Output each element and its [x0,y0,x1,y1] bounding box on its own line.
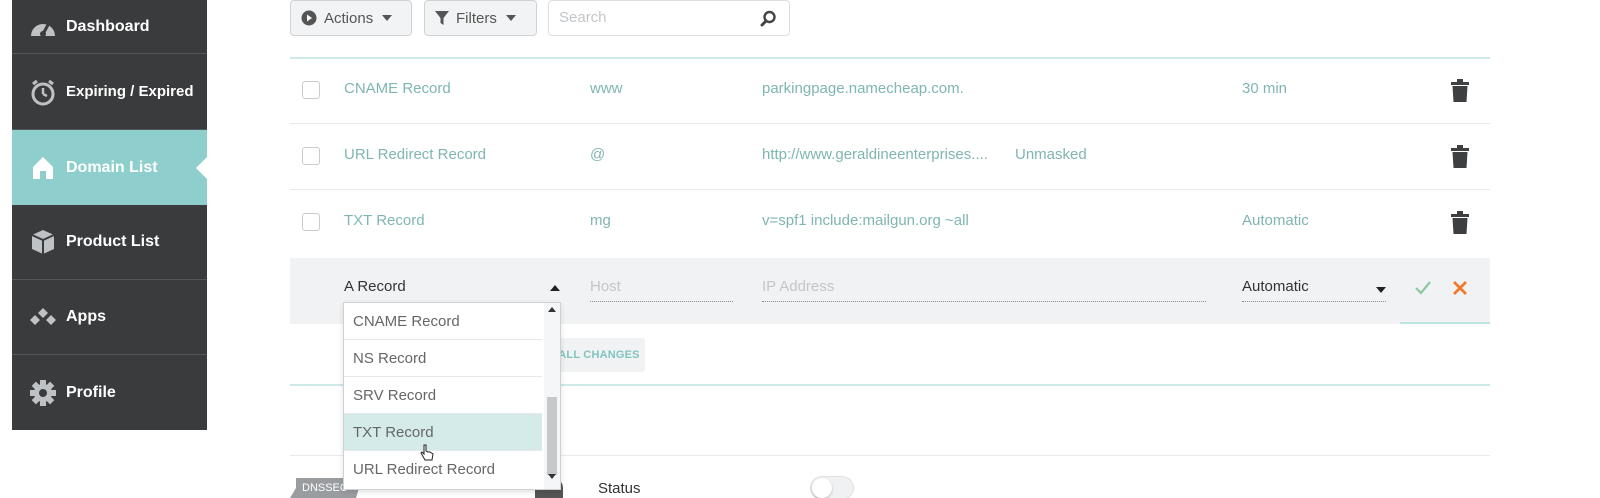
sidebar: Dashboard Expiring / Expired Domain List… [12,0,207,430]
filters-button[interactable]: Filters [424,0,537,36]
search-input[interactable] [559,9,749,26]
sidebar-item-profile[interactable]: Profile [12,355,207,430]
sidebar-item-label: Domain List [66,158,158,176]
record-value: http://www.geraldineenterprises.... [762,146,988,163]
row-checkbox[interactable] [302,213,320,231]
host-input[interactable] [590,278,733,295]
scroll-down-arrow-icon[interactable] [548,474,556,479]
hand-cursor-icon [420,444,434,467]
filter-funnel-icon [435,10,449,26]
record-value: parkingpage.namecheap.com. [762,80,964,97]
record-type-value: A Record [344,278,406,295]
chevron-up-icon [550,285,560,291]
dropdown-scrollbar[interactable] [544,303,560,489]
record-host: www [590,80,623,97]
chevron-down-icon [505,15,516,21]
record-host: mg [590,212,611,229]
record-type-select[interactable]: A Record [344,278,562,300]
toggle-knob [812,478,832,498]
record-value: v=spf1 include:mailgun.org ~all [762,212,969,229]
sidebar-item-dashboard[interactable]: Dashboard [12,0,207,54]
actions-button[interactable]: Actions [290,0,412,36]
sidebar-item-label: Apps [66,308,106,325]
search-icon[interactable] [760,10,777,32]
sidebar-item-domain-list[interactable]: Domain List [12,130,207,205]
chevron-down-icon [1376,287,1386,293]
row-checkbox[interactable] [302,81,320,99]
actions-label: Actions [324,9,374,27]
save-all-changes-button[interactable]: ALL CHANGES [553,338,645,372]
table-row: URL Redirect Record @ http://www.geraldi… [290,123,1490,189]
dropdown-option-ns[interactable]: NS Record [344,340,542,377]
sidebar-item-label: Dashboard [66,17,150,35]
host-field [590,278,733,302]
record-type: TXT Record [344,212,425,229]
table-row: TXT Record mg v=spf1 include:mailgun.org… [290,189,1490,255]
record-type: CNAME Record [344,80,451,97]
sidebar-item-product-list[interactable]: Product List [12,205,207,280]
redirect-mode: Unmasked [1015,146,1087,163]
dropdown-option-txt[interactable]: TXT Record [344,414,542,451]
scrollbar-thumb[interactable] [547,397,557,475]
sidebar-item-label: Expiring / Expired [66,83,194,100]
sidebar-item-expiring[interactable]: Expiring / Expired [12,54,207,130]
action-underline [1400,322,1490,324]
ttl-select[interactable]: Automatic [1242,278,1386,302]
sidebar-item-label: Profile [66,383,116,401]
trash-icon[interactable] [1450,211,1470,239]
play-circle-icon [301,10,317,26]
dnssec-status-label: Status [598,480,641,497]
gear-icon [28,378,58,408]
filters-label: Filters [456,9,497,27]
home-icon [28,153,58,183]
record-ttl: Automatic [1242,212,1309,229]
search-box [548,0,790,36]
dropdown-option-cname[interactable]: CNAME Record [344,303,542,340]
record-ttl: 30 min [1242,80,1288,97]
chevron-down-icon [382,15,393,21]
sidebar-item-apps[interactable]: Apps [12,280,207,355]
record-host: @ [590,146,606,163]
confirm-check-icon[interactable] [1415,281,1431,300]
row-checkbox[interactable] [302,147,320,165]
cancel-x-icon[interactable] [1453,281,1467,300]
trash-icon[interactable] [1450,79,1470,107]
ttl-value: Automatic [1242,278,1309,295]
dashboard-gauge-icon [28,12,58,42]
dropdown-option-url-redirect[interactable]: URL Redirect Record [344,451,542,488]
apps-diamonds-icon [28,302,58,332]
sidebar-item-label: Product List [66,233,160,250]
trash-icon[interactable] [1450,145,1470,173]
scroll-up-arrow-icon[interactable] [548,307,556,312]
table-row: CNAME Record www parkingpage.namecheap.c… [290,57,1490,123]
ip-address-field [762,278,1206,302]
record-type-dropdown: CNAME Record NS Record SRV Record TXT Re… [343,302,561,490]
dnssec-status-toggle[interactable] [810,476,854,498]
box-icon [28,227,58,257]
stopwatch-icon [28,77,58,107]
dropdown-option-srv[interactable]: SRV Record [344,377,542,414]
ip-address-input[interactable] [762,278,1206,295]
record-type: URL Redirect Record [344,146,486,163]
